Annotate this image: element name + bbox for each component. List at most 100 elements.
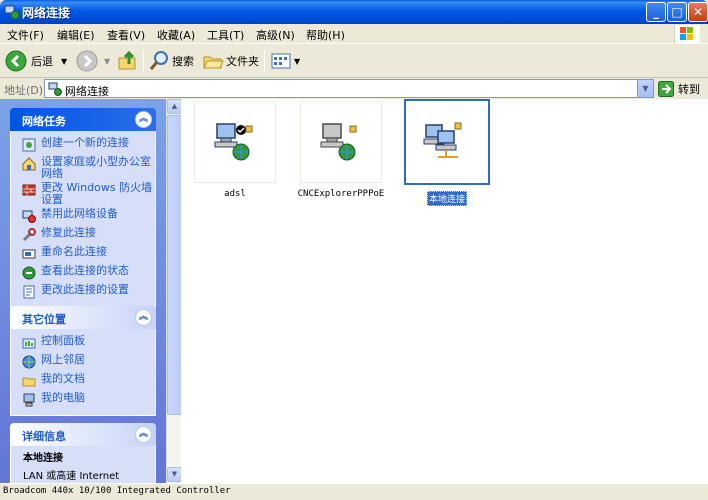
- details-panel: 详细信息 ︽ 本地连接 LAN 或高速 Internet: [10, 423, 156, 483]
- scroll-down-button[interactable]: ▼: [167, 467, 182, 482]
- menu-advanced[interactable]: 高级(N): [256, 27, 295, 43]
- details-name: 本地连接: [23, 453, 63, 464]
- address-dropdown-button[interactable]: ▼: [637, 80, 653, 97]
- home-network-icon: [22, 157, 36, 171]
- new-connection-icon: [22, 138, 36, 152]
- other-places-panel: 其它位置 ︽ 控制面板 网上邻居 我的文档 我的电脑: [10, 306, 156, 416]
- details-header[interactable]: 详细信息 ︽: [10, 423, 156, 446]
- back-arrow-icon: [5, 50, 27, 72]
- toolbar: 后退 ▼ ▼ 搜索 文件夹 ▼: [0, 45, 708, 78]
- network-tasks-title: 网络任务: [22, 115, 66, 128]
- folders-icon: [203, 56, 224, 69]
- views-button[interactable]: ▼: [270, 49, 300, 73]
- address-input[interactable]: 网络连接 ▼: [44, 79, 654, 98]
- minimize-button[interactable]: _: [646, 2, 666, 22]
- menu-view[interactable]: 查看(V): [107, 27, 145, 43]
- place-label: 网上邻居: [41, 353, 85, 366]
- scroll-up-button[interactable]: ▲: [167, 99, 182, 114]
- menu-file[interactable]: 文件(F): [7, 27, 44, 43]
- place-label: 控制面板: [41, 334, 85, 347]
- task-rename-connection[interactable]: 重命名此连接: [11, 246, 155, 263]
- forward-arrow-icon: [76, 50, 98, 72]
- place-network-places[interactable]: 网上邻居: [11, 354, 155, 371]
- search-icon: [149, 51, 168, 70]
- connection-icon-frame: [404, 99, 490, 185]
- menu-bar: 文件(F) 编辑(E) 查看(V) 收藏(A) 工具(T) 高级(N) 帮助(H…: [0, 24, 708, 44]
- task-create-connection[interactable]: 创建一个新的连接: [11, 137, 155, 154]
- place-my-documents[interactable]: 我的文档: [11, 373, 155, 390]
- task-label: 重命名此连接: [41, 245, 107, 258]
- menu-favorites[interactable]: 收藏(A): [157, 27, 195, 43]
- toolbar-separator: [264, 50, 265, 72]
- folders-label: 文件夹: [226, 55, 259, 68]
- firewall-icon: [22, 184, 36, 196]
- menu-tools[interactable]: 工具(T): [207, 27, 244, 43]
- forward-dropdown-icon[interactable]: ▼: [104, 57, 110, 66]
- repair-icon: [22, 228, 36, 242]
- disable-device-icon: [22, 210, 36, 223]
- task-label: 修复此连接: [41, 226, 96, 239]
- other-places-title: 其它位置: [22, 313, 66, 326]
- lan-connection-icon: [423, 122, 462, 158]
- views-dropdown-icon[interactable]: ▼: [294, 57, 300, 66]
- up-folder-icon: [118, 50, 136, 70]
- task-label: 更改 Windows 防火墙设置: [41, 181, 153, 206]
- network-tasks-panel: 网络任务 ︽ 创建一个新的连接 设置家庭或小型办公室网络 更改 Windows …: [10, 108, 156, 308]
- search-label: 搜索: [172, 55, 194, 68]
- back-dropdown-icon[interactable]: ▼: [61, 57, 67, 66]
- maximize-button[interactable]: □: [667, 2, 687, 22]
- menu-edit[interactable]: 编辑(E): [57, 27, 95, 43]
- task-label: 创建一个新的连接: [41, 136, 129, 149]
- connection-item-local[interactable]: 本地连接: [403, 99, 491, 206]
- task-label: 更改此连接的设置: [41, 283, 129, 296]
- other-places-header[interactable]: 其它位置 ︽: [10, 306, 156, 329]
- task-change-settings[interactable]: 更改此连接的设置: [11, 284, 155, 301]
- windows-logo-icon: [674, 25, 700, 43]
- connection-label: CNCExplorerPPPoE: [297, 189, 385, 199]
- task-home-network[interactable]: 设置家庭或小型办公室网络: [11, 156, 155, 180]
- details-type: LAN 或高速 Internet: [23, 471, 120, 482]
- task-disable-device[interactable]: 禁用此网络设备: [11, 208, 155, 225]
- toolbar-separator: [143, 50, 144, 72]
- connection-label: 本地连接: [426, 191, 467, 206]
- address-bar: 地址(D) 网络连接 ▼ 转到: [0, 79, 708, 99]
- connection-item-cncexplorer[interactable]: CNCExplorerPPPoE: [291, 101, 391, 199]
- collapse-chevron-icon[interactable]: ︽: [135, 309, 152, 326]
- status-bar: Broadcom 440x 10/100 Integrated Controll…: [0, 483, 708, 500]
- task-label: 禁用此网络设备: [41, 207, 118, 220]
- task-view-status[interactable]: 查看此连接的状态: [11, 265, 155, 282]
- title-bar[interactable]: 网络连接 _ □ ✕: [0, 0, 708, 24]
- forward-button[interactable]: ▼: [76, 49, 110, 73]
- go-button[interactable]: 转到: [658, 80, 700, 98]
- up-folder-button[interactable]: [117, 49, 139, 73]
- connection-icon-frame: [194, 101, 276, 183]
- place-my-computer[interactable]: 我的电脑: [11, 392, 155, 409]
- folders-button[interactable]: 文件夹: [202, 49, 259, 73]
- collapse-chevron-icon[interactable]: ︽: [135, 426, 152, 443]
- search-button[interactable]: 搜索: [148, 49, 194, 73]
- connection-label: adsl: [224, 189, 246, 199]
- task-repair-connection[interactable]: 修复此连接: [11, 227, 155, 244]
- place-label: 我的文档: [41, 372, 85, 385]
- network-connections-icon: [48, 82, 62, 96]
- status-icon: [22, 266, 36, 280]
- back-button[interactable]: 后退 ▼: [5, 49, 67, 73]
- collapse-chevron-icon[interactable]: ︽: [135, 111, 152, 128]
- place-label: 我的电脑: [41, 391, 85, 404]
- task-pane: 网络任务 ︽ 创建一个新的连接 设置家庭或小型办公室网络 更改 Windows …: [0, 99, 166, 483]
- task-firewall-settings[interactable]: 更改 Windows 防火墙设置: [11, 182, 155, 206]
- address-label: 地址(D): [4, 84, 44, 97]
- network-tasks-header[interactable]: 网络任务 ︽: [10, 108, 156, 131]
- scroll-thumb[interactable]: [167, 115, 182, 415]
- dialup-connection-icon: [214, 123, 253, 161]
- task-label: 查看此连接的状态: [41, 264, 129, 277]
- address-value: 网络连接: [65, 85, 109, 98]
- connection-item-adsl[interactable]: adsl: [191, 101, 279, 199]
- views-icon: [271, 53, 291, 69]
- task-pane-scrollbar[interactable]: ▲ ▼: [166, 99, 182, 483]
- menu-help[interactable]: 帮助(H): [306, 27, 345, 43]
- my-documents-icon: [22, 377, 36, 387]
- place-control-panel[interactable]: 控制面板: [11, 335, 155, 352]
- details-title: 详细信息: [22, 430, 66, 443]
- close-button[interactable]: ✕: [688, 2, 708, 22]
